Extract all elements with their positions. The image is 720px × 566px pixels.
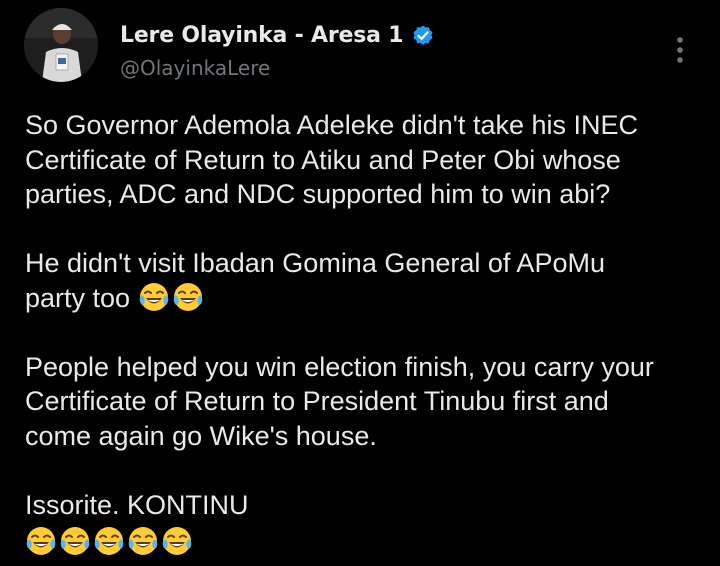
author-name-row: Lere Olayinka - Aresa 1	[120, 20, 435, 50]
tweet-line: Certificate of Return to President Tinub…	[25, 386, 609, 417]
tears-of-joy-emoji-icon	[93, 525, 125, 557]
tears-of-joy-emoji-icon	[127, 525, 159, 557]
emoji-line	[25, 522, 705, 557]
tears-of-joy-emoji-icon	[25, 525, 57, 557]
profile-photo-icon	[24, 8, 98, 82]
verified-badge-icon	[411, 23, 435, 47]
tweet-line-text: party too	[25, 282, 131, 313]
tweet-paragraph-4: Issorite. KONTINU	[25, 488, 705, 557]
tweet-line: Issorite. KONTINU	[25, 489, 249, 520]
tweet-line-with-emoji: party too	[25, 281, 705, 316]
author-handle[interactable]: @OlayinkaLere	[120, 56, 270, 80]
emoji-row	[25, 525, 193, 557]
tweet-line: parties, ADC and NDC supported him to wi…	[25, 179, 611, 209]
tweet-header: Lere Olayinka - Aresa 1 @OlayinkaLere	[0, 0, 720, 96]
tweet-line: come again go Wike's house.	[25, 420, 377, 451]
tears-of-joy-emoji-icon	[161, 525, 193, 557]
more-vertical-icon[interactable]	[666, 30, 694, 70]
tweet-text: So Governor Ademola Adeleke didn't take …	[25, 108, 705, 557]
tweet-line: So Governor Ademola Adeleke didn't take …	[25, 110, 638, 140]
tweet-paragraph-3: People helped you win election finish, y…	[25, 350, 705, 454]
tweet-line: He didn't visit Ibadan Gomina General of…	[25, 248, 605, 278]
tweet-paragraph-2: He didn't visit Ibadan Gomina General of…	[25, 246, 705, 315]
emoji-row	[138, 281, 204, 313]
tears-of-joy-emoji-icon	[59, 525, 91, 557]
tears-of-joy-emoji-icon	[172, 281, 204, 313]
author-display-name[interactable]: Lere Olayinka - Aresa 1	[120, 23, 404, 48]
tweet-line: Certificate of Return to Atiku and Peter…	[25, 144, 621, 175]
author-avatar[interactable]	[24, 8, 98, 82]
tears-of-joy-emoji-icon	[138, 281, 170, 313]
tweet-paragraph-1: So Governor Ademola Adeleke didn't take …	[25, 108, 705, 212]
tweet-line: People helped you win election finish, y…	[25, 351, 654, 382]
